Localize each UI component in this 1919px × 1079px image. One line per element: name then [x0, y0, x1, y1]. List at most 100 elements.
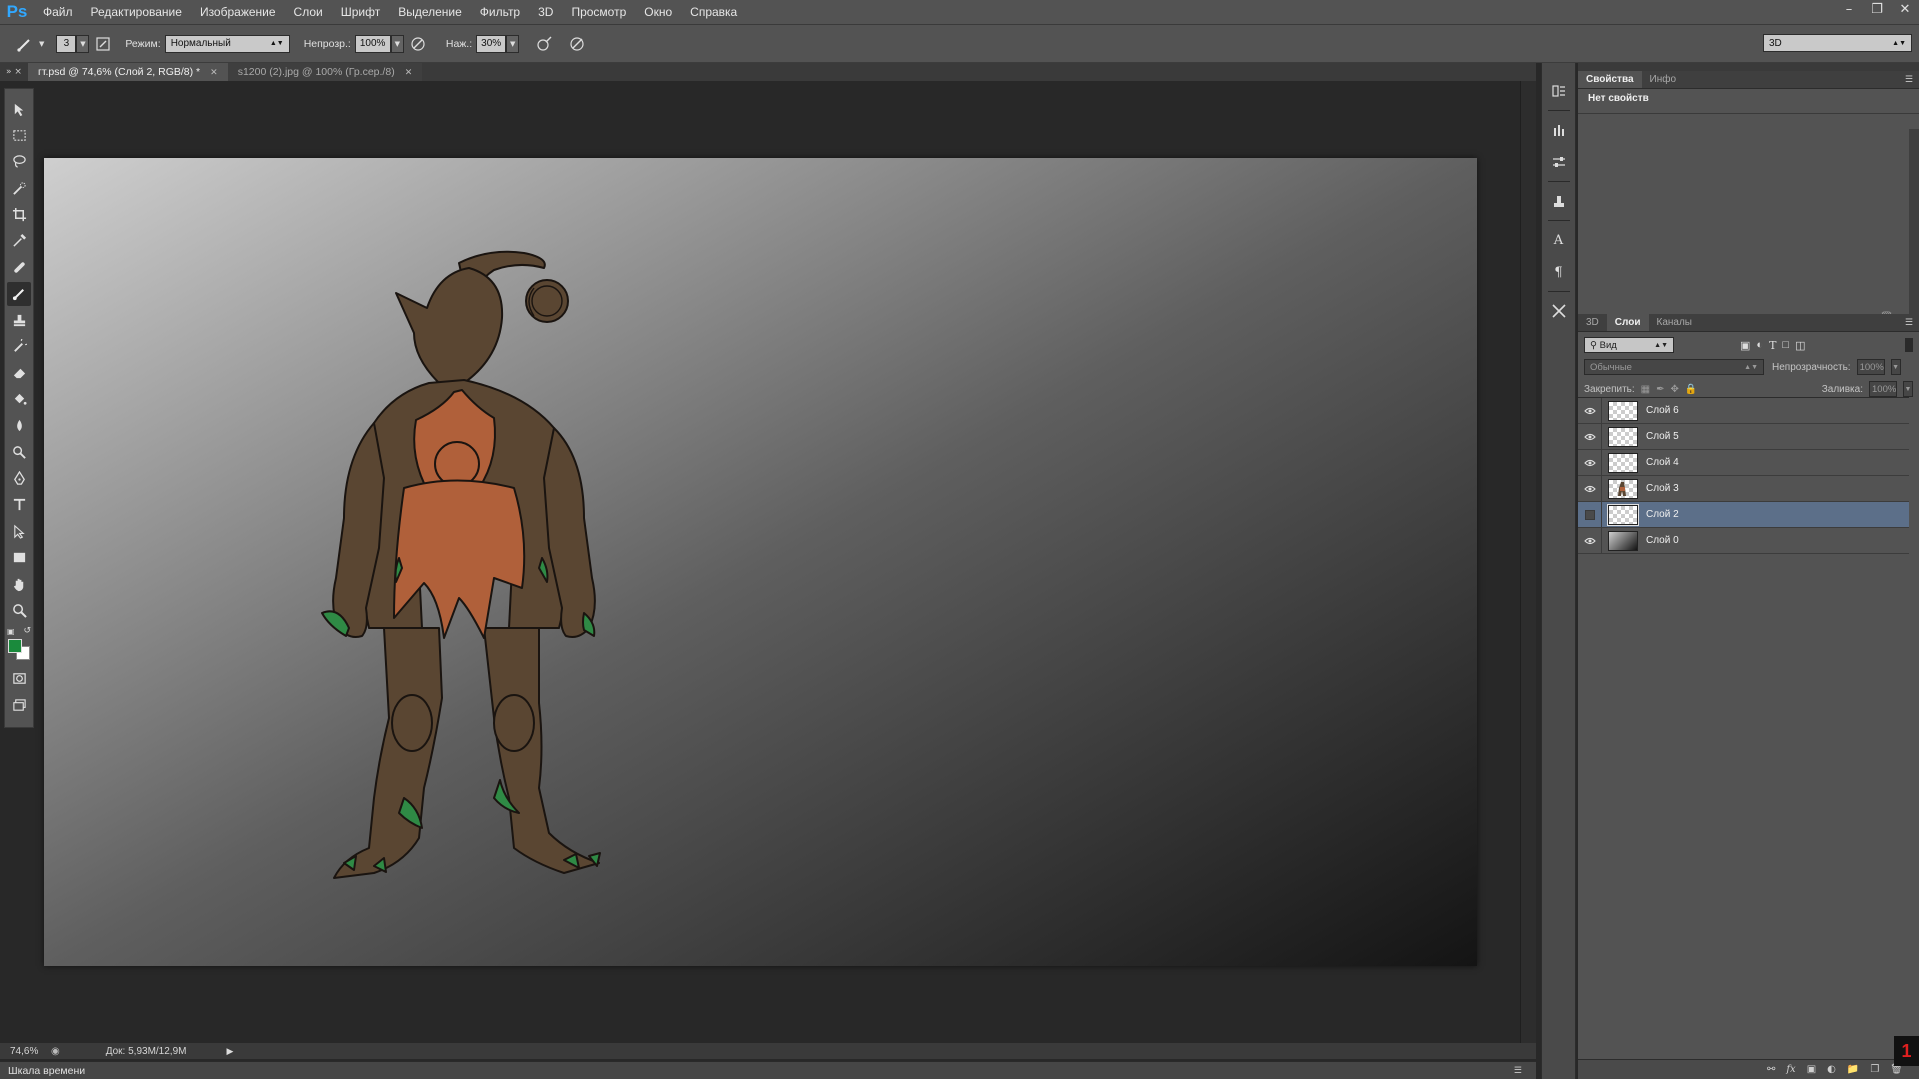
workspace-select[interactable]: 3D ▲▼	[1763, 34, 1912, 52]
opacity-field[interactable]: 100%	[354, 34, 391, 53]
fx-icon[interactable]: fx	[1786, 1064, 1795, 1075]
paragraph-panel-icon[interactable]: ¶	[1547, 260, 1571, 284]
lock-transparency-icon[interactable]: ▦	[1641, 384, 1650, 395]
menu-3d[interactable]: 3D	[529, 0, 562, 25]
clone-source-icon[interactable]	[1547, 189, 1571, 213]
eye-icon[interactable]	[1578, 397, 1602, 424]
opacity-dropdown-icon[interactable]: ▼	[1890, 359, 1901, 375]
healing-brush-tool-icon[interactable]	[7, 255, 31, 279]
layer-row[interactable]: Слой 3	[1578, 475, 1909, 502]
filter-shape-icon[interactable]: □	[1782, 339, 1789, 351]
pressure-opacity-icon[interactable]	[407, 33, 429, 55]
filter-smart-object-icon[interactable]: ◫	[1795, 339, 1805, 352]
close-icon[interactable]: ✕	[1891, 0, 1919, 18]
status-info-icon[interactable]: ◉	[51, 1046, 60, 1057]
menu-window[interactable]: Окно	[635, 0, 681, 25]
paint-bucket-tool-icon[interactable]	[7, 387, 31, 411]
screen-mode-icon[interactable]	[7, 693, 31, 717]
type-tool-icon[interactable]	[7, 493, 31, 517]
lock-all-icon[interactable]: 🔒	[1685, 384, 1697, 395]
brush-presets-icon[interactable]	[1547, 118, 1571, 142]
lasso-tool-icon[interactable]	[7, 150, 31, 174]
menu-layers[interactable]: Слои	[285, 0, 332, 25]
tab-channels[interactable]: Каналы	[1649, 314, 1701, 331]
panel-menu-icon[interactable]: ☰	[1905, 318, 1913, 328]
layer-row[interactable]: Слой 6	[1578, 397, 1909, 424]
timeline-panel[interactable]: Шкала времени ☰	[0, 1061, 1536, 1079]
tab-info[interactable]: Инфо	[1642, 71, 1685, 88]
tab-3d[interactable]: 3D	[1578, 314, 1607, 331]
pressure-field[interactable]: 30%	[476, 34, 507, 53]
layer-row[interactable]: Слой 4	[1578, 449, 1909, 476]
eyedropper-tool-icon[interactable]	[7, 229, 31, 253]
default-colors-icon[interactable]: ▣	[7, 627, 15, 636]
airbrush-icon[interactable]	[533, 33, 555, 55]
link-layers-icon[interactable]: ⚯	[1767, 1064, 1775, 1075]
zoom-level[interactable]: 74,6%	[0, 1046, 45, 1057]
pen-tool-icon[interactable]	[7, 466, 31, 490]
history-brush-tool-icon[interactable]	[7, 335, 31, 359]
swap-colors-icon[interactable]: ↺	[23, 626, 31, 636]
menu-edit[interactable]: Редактирование	[82, 0, 191, 25]
zoom-tool-icon[interactable]	[7, 598, 31, 622]
tab-layers[interactable]: Слои	[1606, 314, 1649, 331]
menu-select[interactable]: Выделение	[389, 0, 471, 25]
blend-mode-select[interactable]: Обычные ▲▼	[1584, 359, 1764, 375]
lock-pixels-icon[interactable]: ✒	[1656, 384, 1664, 395]
history-panel-icon[interactable]	[1547, 79, 1571, 103]
vertical-scrollbar[interactable]	[1520, 81, 1536, 1043]
brush-preset-dropdown-icon[interactable]: ▼	[39, 40, 44, 48]
blur-tool-icon[interactable]	[7, 414, 31, 438]
fill-dropdown-icon[interactable]: ▼	[1903, 381, 1913, 397]
layer-opacity-field[interactable]: 100%	[1856, 359, 1885, 375]
eraser-tool-icon[interactable]	[7, 361, 31, 385]
crop-tool-icon[interactable]	[7, 203, 31, 227]
quick-mask-icon[interactable]	[7, 667, 31, 691]
properties-scrollbar[interactable]	[1909, 129, 1919, 319]
restore-icon[interactable]: ❐	[1863, 0, 1891, 18]
menu-image[interactable]: Изображение	[191, 0, 285, 25]
brush-settings-icon[interactable]	[1547, 150, 1571, 174]
tab-properties[interactable]: Свойства	[1578, 71, 1642, 88]
move-tool-icon[interactable]	[7, 97, 31, 121]
menu-help[interactable]: Справка	[681, 0, 746, 25]
pressure-dropdown-icon[interactable]: ▼	[506, 34, 520, 53]
brush-size-field[interactable]: 3	[56, 34, 77, 53]
quick-select-tool-icon[interactable]	[7, 176, 31, 200]
menu-view[interactable]: Просмотр	[562, 0, 635, 25]
eye-icon[interactable]	[1578, 475, 1602, 502]
eye-icon[interactable]	[1578, 527, 1602, 554]
brush-panel-toggle-icon[interactable]	[92, 33, 114, 55]
panel-menu-icon[interactable]: ☰	[1905, 75, 1913, 85]
brush-tool-icon[interactable]	[7, 281, 31, 306]
eye-icon[interactable]	[1578, 423, 1602, 450]
brush-preset-icon[interactable]	[14, 33, 36, 55]
layer-row[interactable]: Слой 0	[1578, 527, 1909, 554]
dodge-tool-icon[interactable]	[7, 440, 31, 464]
menu-filter[interactable]: Фильтр	[471, 0, 529, 25]
filter-pixel-icon[interactable]: ▣	[1740, 339, 1750, 352]
tab-close-icon[interactable]: ✕	[405, 67, 413, 78]
path-selection-tool-icon[interactable]	[7, 519, 31, 543]
timeline-menu-icon[interactable]: ☰	[1514, 1065, 1522, 1076]
collapse-arrows-icon[interactable]: » ×	[0, 63, 28, 81]
clone-stamp-tool-icon[interactable]	[7, 308, 31, 332]
minimize-icon[interactable]: –	[1835, 0, 1863, 18]
foreground-color-swatch[interactable]	[8, 638, 22, 653]
mode-select[interactable]: Нормальный ▲▼	[164, 34, 290, 53]
lock-position-icon[interactable]: ✥	[1671, 384, 1679, 395]
menu-type[interactable]: Шрифт	[332, 0, 389, 25]
filter-type-icon[interactable]: T	[1769, 339, 1776, 352]
tab-close-icon[interactable]: ✕	[210, 67, 218, 78]
layer-row[interactable]: Слой 5	[1578, 423, 1909, 450]
tab-second-document[interactable]: s1200 (2).jpg @ 100% (Гр.сер./8) ✕	[227, 63, 423, 81]
layer-filter-select[interactable]: ⚲ Вид ▲▼	[1584, 337, 1674, 353]
filter-toggle-switch[interactable]	[1905, 338, 1913, 352]
visibility-toggle[interactable]	[1578, 501, 1602, 528]
rectangle-tool-icon[interactable]	[7, 546, 31, 570]
adjustment-layer-icon[interactable]: ◐	[1827, 1064, 1836, 1075]
tab-active-document[interactable]: гт.psd @ 74,6% (Слой 2, RGB/8) * ✕	[28, 63, 228, 81]
add-mask-icon[interactable]: ▣	[1807, 1064, 1816, 1075]
character-panel-icon[interactable]: A	[1547, 228, 1571, 252]
brush-size-dropdown-icon[interactable]: ▼	[76, 34, 90, 53]
